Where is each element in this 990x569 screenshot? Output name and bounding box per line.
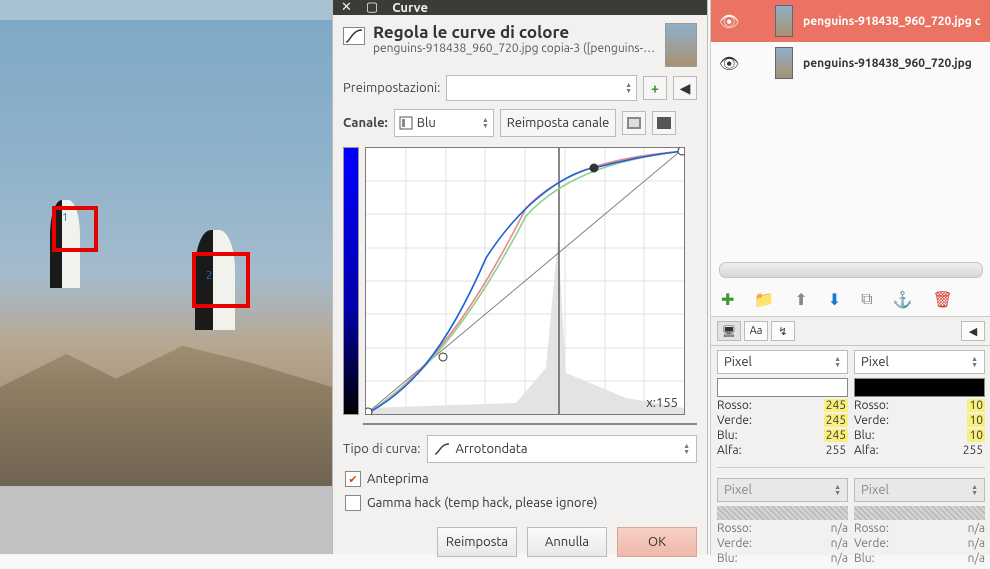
curve-mode-log-icon[interactable] [652,111,676,135]
image-canvas[interactable]: 1 2 [0,0,332,554]
layer-thumb [775,5,793,37]
sample-point-box-1[interactable]: 1 [52,206,98,252]
color-swatch-right [854,378,985,397]
sample-point-box-2[interactable]: 2 [192,252,250,308]
maximize-icon[interactable]: ▢ [366,0,378,15]
smooth-curve-icon [434,442,450,456]
presets-combo[interactable]: ▲▼ [446,75,637,101]
pointer-tabs: 🖥 Aa ↯ ◀ [711,317,990,346]
layer-row[interactable]: 👁 penguins-918438_960_720.jpg [711,42,990,84]
layer-name: penguins-918438_960_720.jpg [803,57,972,70]
lower-layer-icon[interactable]: ⬇ [828,290,841,309]
curvetype-combo[interactable]: Arrotondata ▲▼ [427,435,698,463]
rock-foreground [0,321,332,486]
preview-label: Anteprima [367,472,429,486]
titlebar[interactable]: ✕ ▢ Curve [333,0,707,15]
channel-label: Canale: [343,116,388,130]
layer-thumb [775,47,793,79]
input-gradient [363,423,697,425]
visibility-icon[interactable]: 👁 [719,54,737,73]
color-swatch-na [717,506,848,520]
curvetype-label: Tipo di curva: [343,442,421,456]
window-title: Curve [392,1,428,15]
duplicate-layer-icon[interactable]: ⧉ [861,290,872,309]
gammahack-label: Gamma hack (temp hack, please ignore) [367,496,597,510]
raise-layer-icon[interactable]: ⬆ [794,290,807,309]
channel-combo[interactable]: Blu ▲▼ [394,109,494,137]
pixel-na-left: Pixel▲▼ Rosso:n/a Verde:n/a Blu:n/a [717,478,848,565]
channel-icon [399,116,413,130]
header-thumbnail [665,23,697,67]
layer-group-icon[interactable]: 📁 [754,290,774,309]
anchor-layer-icon[interactable]: ⚓ [893,290,913,309]
dialog-subtitle: penguins-918438_960_720.jpg copia-3 ([pe… [373,42,655,55]
layers-panel: 👁 penguins-918438_960_720.jpg c 👁 pengui… [710,0,990,330]
ok-button[interactable]: OK [617,527,697,557]
tab-sample-aa[interactable]: Aa [744,321,768,341]
combo-stepper-icon[interactable]: ▲▼ [683,443,690,455]
reset-button[interactable]: Reimposta [437,527,517,557]
gammahack-checkbox[interactable] [345,495,361,511]
dialog-title: Regola le curve di colore [373,23,655,42]
edited-photo: 1 2 [0,20,332,486]
pixel-mode-select[interactable]: Pixel▲▼ [717,350,848,374]
layer-name: penguins-918438_960_720.jpg c [803,15,981,28]
divider [717,467,985,468]
curves-dialog: ✕ ▢ Curve Regola le curve di colore peng… [332,0,708,554]
tab-histogram[interactable]: ↯ [771,321,795,341]
pixel-left-column: Pixel▲▼ Rosso:245 Verde:245 Blu:245 Alfa… [717,350,848,457]
output-gradient [343,147,359,415]
curve-plot[interactable]: x:155 [365,147,685,415]
preview-checkbox[interactable]: ✔ [345,471,361,487]
pixel-mode-select-disabled: Pixel▲▼ [717,478,848,502]
preset-menu-button[interactable]: ◀ [673,76,697,100]
layer-row[interactable]: 👁 penguins-918438_960_720.jpg c [711,0,990,42]
close-icon[interactable]: ✕ [341,0,352,15]
reset-channel-button[interactable]: Reimposta canale [500,109,617,137]
pixel-right-column: Pixel▲▼ Rosso:10 Verde:10 Blu:10 Alfa:25… [854,350,985,457]
delete-layer-icon[interactable]: 🗑 [933,290,953,309]
layer-ops-toolbar: ✚ 📁 ⬆ ⬇ ⧉ ⚓ 🗑 [711,286,990,313]
tab-expand-icon[interactable]: ◀ [961,321,985,341]
curves-tool-icon [343,27,365,45]
tab-pointer[interactable]: 🖥 [717,321,741,341]
presets-label: Preimpostazioni: [343,81,440,95]
pixel-na-right: Pixel▲▼ Rosso:n/a Verde:n/a Blu:n/a [854,478,985,565]
curve-cursor-readout: x:155 [646,396,678,410]
curve-mode-linear-icon[interactable] [622,111,646,135]
pixel-mode-select-disabled: Pixel▲▼ [854,478,985,502]
combo-stepper-icon[interactable]: ▲▼ [625,82,632,94]
pointer-panel: 🖥 Aa ↯ ◀ Pixel▲▼ Rosso:245 Verde:245 Blu… [710,316,990,555]
cancel-button[interactable]: Annulla [527,527,607,557]
pixel-mode-select[interactable]: Pixel▲▼ [854,350,985,374]
visibility-icon[interactable]: 👁 [719,12,737,31]
preset-add-button[interactable]: + [643,76,667,100]
color-swatch-na [854,506,985,520]
color-swatch-left [717,378,848,397]
combo-stepper-icon[interactable]: ▲▼ [482,117,489,129]
new-layer-icon[interactable]: ✚ [721,290,734,309]
layers-scrollbar[interactable] [719,262,983,278]
